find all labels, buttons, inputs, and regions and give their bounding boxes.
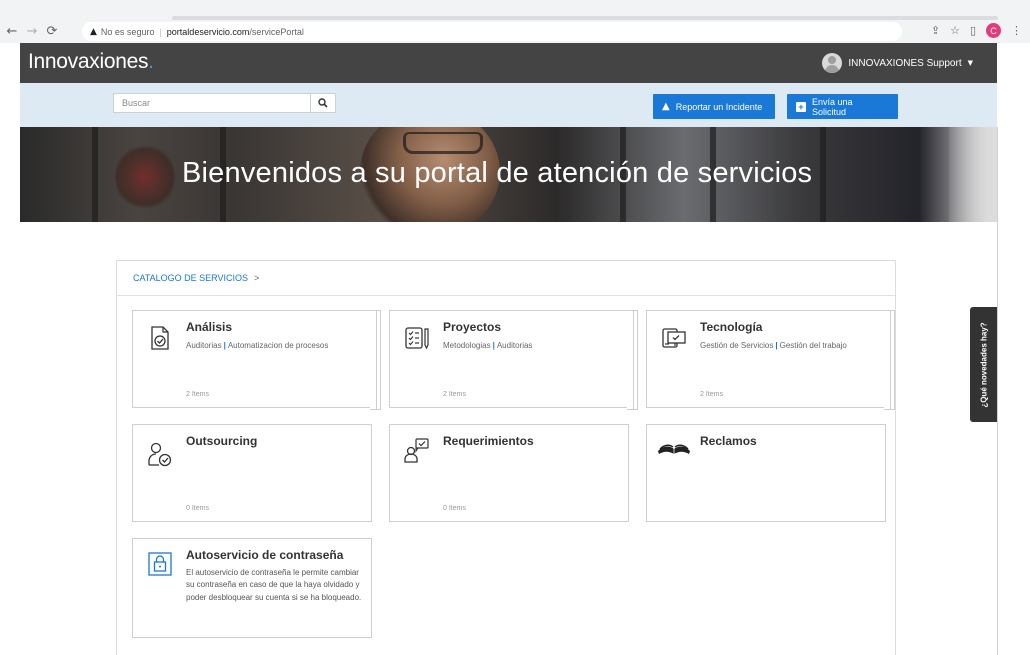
- card-link[interactable]: Auditorias: [497, 341, 533, 350]
- send-request-button[interactable]: + Envía una Solicitud: [787, 94, 898, 119]
- logo[interactable]: Innovaxiones.: [28, 50, 154, 74]
- card-tecnologia[interactable]: Tecnología Gestión de Servicios | Gestión …: [646, 310, 895, 410]
- document-check-icon: [151, 326, 169, 350]
- hero-decoration: [115, 142, 175, 212]
- card-link[interactable]: Auditorias: [186, 341, 222, 350]
- card-title: Outsourcing: [186, 434, 258, 448]
- card-title: Requerimientos: [443, 434, 534, 448]
- card-description: El autoservicio de contraseña le permite…: [186, 568, 362, 602]
- app-header: Innovaxiones. INNOVAXIONES Support ▼: [20, 43, 997, 83]
- search-band: Buscar ▲ Reportar un Incidente + Envía u…: [20, 83, 997, 127]
- card-link[interactable]: Gestión del trabajo: [780, 341, 847, 350]
- send-request-label: Envía una Solicitud: [812, 96, 853, 117]
- reload-icon[interactable]: ⟳: [42, 24, 62, 39]
- whats-new-label: ¿Qué novedades hay?: [979, 321, 988, 408]
- hero-title: Bienvenidos a su portal de atención de s…: [182, 157, 813, 189]
- card-link[interactable]: Automatizacion de procesos: [228, 341, 329, 350]
- card-count: 2 Items: [186, 391, 209, 398]
- hero-decoration: [92, 127, 98, 222]
- card-proyectos[interactable]: Proyectos Metodologias | Auditorias 2 Item…: [389, 310, 638, 410]
- user-menu[interactable]: INNOVAXIONES Support ▼: [822, 53, 973, 73]
- url-host: portaldeservicio.com: [166, 26, 250, 37]
- card-count: 2 Items: [700, 391, 723, 398]
- card-link[interactable]: Metodologias: [443, 341, 491, 350]
- side-panel-icon[interactable]: ▯: [970, 24, 976, 37]
- scrollbar-edge: [997, 127, 998, 655]
- card-title: Reclamos: [700, 434, 757, 448]
- report-incident-label: Reportar un Incidente: [675, 101, 763, 112]
- security-label[interactable]: No es seguro: [101, 27, 155, 37]
- card-title: Autoservicio de contraseña: [186, 548, 344, 562]
- logo-text: Innovaxiones: [28, 50, 149, 73]
- back-icon[interactable]: ←: [2, 24, 22, 39]
- lock-icon: [148, 552, 172, 576]
- card-links: Gestión de Servicios | Gestión del trabajo: [700, 340, 875, 352]
- whats-new-tab[interactable]: ¿Qué novedades hay?: [970, 307, 997, 422]
- checklist-icon: [405, 327, 429, 350]
- forward-icon[interactable]: →: [22, 24, 42, 39]
- hero-decoration: [820, 127, 826, 222]
- monitor-check-icon: [662, 328, 686, 348]
- card-autoservicio-contrasena[interactable]: Autoservicio de contraseña El autoservic…: [132, 538, 372, 638]
- card-count: 2 Items: [443, 391, 466, 398]
- user-avatar-icon: [822, 53, 843, 73]
- card-title: Tecnología: [700, 320, 763, 334]
- warning-icon: ▲: [662, 101, 670, 112]
- breadcrumb: CATALOGO DE SERVICIOS >: [117, 261, 895, 296]
- card-count: 0 Items: [186, 505, 209, 512]
- card-links: Metodologias | Auditorias: [443, 340, 618, 352]
- star-icon[interactable]: ☆: [950, 24, 960, 37]
- link-divider: |: [775, 341, 778, 350]
- breadcrumb-catalog[interactable]: CATALOGO DE SERVICIOS: [133, 273, 248, 283]
- card-reclamos[interactable]: Reclamos: [646, 424, 886, 522]
- share-icon[interactable]: ⇪: [931, 24, 940, 37]
- card-title: Proyectos: [443, 320, 502, 334]
- caret-down-icon: ▼: [967, 59, 973, 67]
- link-divider: |: [492, 341, 495, 350]
- address-bar[interactable]: ▲ No es seguro | portaldeservicio.com/se…: [82, 22, 902, 41]
- service-catalog: CATALOGO DE SERVICIOS > Análisis Auditori…: [116, 260, 896, 655]
- hero-decoration: [949, 127, 997, 222]
- open-book-icon: [658, 444, 690, 454]
- search-input[interactable]: Buscar: [113, 93, 335, 113]
- search-icon: [318, 98, 328, 108]
- person-chat-icon: [404, 438, 429, 463]
- card-requerimientos[interactable]: Requerimientos 0 Items: [389, 424, 629, 522]
- report-incident-button[interactable]: ▲ Reportar un Incidente: [653, 94, 775, 119]
- browser-toolbar: ← → ⟳ ▲ No es seguro | portaldeservicio.…: [0, 20, 1030, 43]
- url-path: /servicePortal: [249, 26, 304, 37]
- logo-dot: .: [148, 50, 154, 73]
- link-divider: |: [223, 341, 226, 350]
- card-link[interactable]: Gestión de Servicios: [700, 341, 773, 350]
- breadcrumb-separator: >: [254, 273, 260, 283]
- hero-banner: Bienvenidos a su portal de atención de s…: [20, 127, 997, 222]
- card-analisis[interactable]: Análisis Auditorias | Automatizacion de pr…: [132, 310, 381, 410]
- card-title: Análisis: [186, 320, 233, 334]
- card-count: 0 Items: [443, 505, 466, 512]
- profile-avatar[interactable]: C: [986, 23, 1001, 38]
- person-check-icon: [148, 442, 172, 467]
- search-button[interactable]: [310, 93, 336, 113]
- browser-actions: ⇪ ☆ ▯ C ⋮: [931, 23, 1022, 38]
- card-outsourcing[interactable]: Outsourcing 0 Items: [132, 424, 372, 522]
- menu-dots-icon[interactable]: ⋮: [1011, 24, 1022, 37]
- card-links: Auditorias | Automatizacion de procesos: [186, 340, 361, 352]
- warning-icon[interactable]: ▲: [90, 27, 97, 37]
- user-name: INNOVAXIONES Support: [848, 57, 962, 69]
- browser-tabstrip: [0, 0, 1030, 20]
- hero-decoration: [403, 132, 483, 154]
- plus-icon: +: [796, 101, 806, 112]
- divider: |: [159, 26, 162, 37]
